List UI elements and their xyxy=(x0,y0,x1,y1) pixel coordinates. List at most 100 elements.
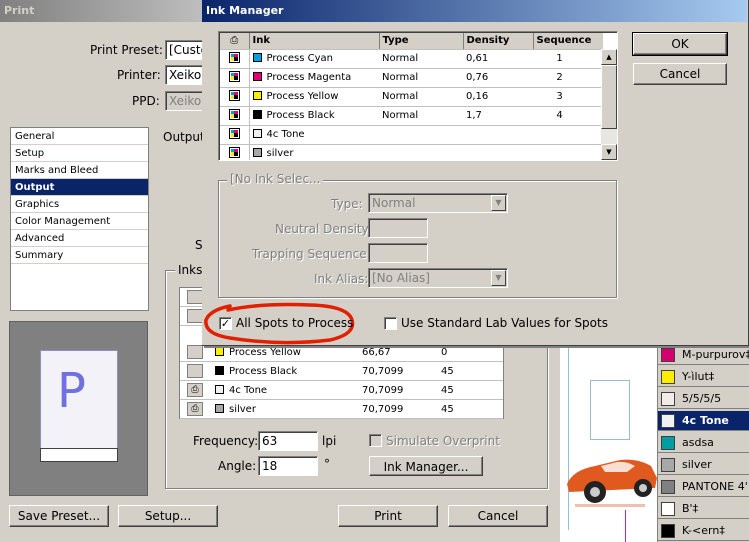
ink-name-cell: 4c Tone xyxy=(249,125,379,145)
nav-advanced[interactable]: Advanced xyxy=(11,230,148,247)
save-preset-button[interactable]: Save Preset... xyxy=(9,505,109,527)
checkmark-icon: ✓ xyxy=(220,317,231,330)
inks-list-row[interactable]: ⎙ silver 70,7099 45 xyxy=(180,400,503,419)
neutral-density-input[interactable] xyxy=(368,218,428,238)
ok-button[interactable]: OK xyxy=(632,32,728,56)
ink-frequency: 70,7099 xyxy=(362,366,404,377)
nav-general[interactable]: General xyxy=(11,128,148,145)
printer-icon[interactable]: ⎙ xyxy=(187,383,203,397)
ink-color-swatch xyxy=(252,110,262,119)
process-ink-icon[interactable] xyxy=(220,125,250,145)
ink-col-header[interactable]: Ink xyxy=(249,33,380,50)
type-select[interactable]: Normal ▼ xyxy=(368,193,508,213)
ink-table-header: ⎙ Ink Type Density Sequence xyxy=(220,33,603,50)
type-col-header[interactable]: Type xyxy=(379,33,464,50)
preview-footer xyxy=(40,448,118,462)
swatch-item[interactable]: PANTONE 4' xyxy=(658,477,749,497)
ink-manager-button[interactable]: Ink Manager... xyxy=(369,456,483,476)
ink-angle: 45 xyxy=(441,366,454,377)
process-ink-icon[interactable] xyxy=(220,144,250,160)
ink-manager-title-bar: Ink Manager xyxy=(202,0,747,22)
swatch-item[interactable]: 5/5/5/5 xyxy=(658,389,749,409)
nav-output[interactable]: Output xyxy=(11,179,148,196)
scroll-down-arrow-icon[interactable]: ▼ xyxy=(601,144,617,160)
lab-values-checkbox[interactable] xyxy=(384,317,397,330)
swatch-item[interactable]: B'‡ xyxy=(658,499,749,519)
swatch-item[interactable]: 4c Tone xyxy=(658,411,749,431)
ink-color-swatch xyxy=(215,404,224,413)
doc-frame xyxy=(590,380,630,440)
swatch-name: asdsa xyxy=(682,436,714,449)
swatch-name: 4c Tone xyxy=(682,414,729,427)
swatch-name: silver xyxy=(682,458,712,471)
nav-color-management[interactable]: Color Management xyxy=(11,213,148,230)
process-ink-icon[interactable] xyxy=(220,68,250,88)
swatch-name: K-<ern‡ xyxy=(682,524,725,537)
ink-type-cell: Normal xyxy=(379,106,463,126)
frequency-label: Frequency: xyxy=(193,434,259,448)
ink-table-row[interactable]: silver xyxy=(220,144,603,160)
sequence-col-header[interactable]: Sequence xyxy=(533,33,603,50)
frequency-input[interactable]: 63 xyxy=(258,431,318,451)
ink-name: Process Cyan xyxy=(266,53,333,64)
nav-graphics[interactable]: Graphics xyxy=(11,196,148,213)
ink-name-cell: Process Magenta xyxy=(249,68,379,88)
print-toggle[interactable] xyxy=(187,364,203,378)
inks-list-row[interactable]: Process Black 70,7099 45 xyxy=(180,362,503,381)
ink-table-row[interactable]: Process Magenta Normal 0,76 2 xyxy=(220,68,603,88)
ink-alias-select[interactable]: [No Alias] ▼ xyxy=(368,268,508,288)
printer-icon[interactable]: ⎙ xyxy=(187,402,203,416)
ink-manager-cancel-button[interactable]: Cancel xyxy=(633,63,727,85)
doc-guide xyxy=(625,510,626,542)
swatch-item[interactable]: asdsa xyxy=(658,433,749,453)
scroll-thumb[interactable] xyxy=(601,65,617,129)
ink-table-row[interactable]: Process Cyan Normal 0,61 1 xyxy=(220,49,603,69)
print-title: Print xyxy=(4,4,35,17)
print-preset-select[interactable]: [Custo xyxy=(165,40,205,60)
swatch-item[interactable]: Y-ìlut‡ xyxy=(658,367,749,387)
process-ink-icon[interactable] xyxy=(220,87,250,107)
nav-setup[interactable]: Setup xyxy=(11,145,148,162)
print-toggle[interactable] xyxy=(187,345,203,359)
density-col-header[interactable]: Density xyxy=(463,33,534,50)
cancel-button[interactable]: Cancel xyxy=(448,505,548,527)
ink-table-scrollbar[interactable]: ▲ ▼ xyxy=(601,49,617,160)
swatch-item[interactable]: K-<ern‡ xyxy=(658,521,749,541)
scroll-up-arrow-icon[interactable]: ▲ xyxy=(601,49,617,65)
all-spots-checkbox[interactable]: ✓ xyxy=(219,317,232,330)
cmyk-icon xyxy=(228,146,240,158)
print-button[interactable]: Print xyxy=(338,505,438,527)
frequency-unit: lpi xyxy=(322,434,337,448)
cmyk-icon xyxy=(228,89,240,101)
ink-angle: 45 xyxy=(441,404,454,415)
process-ink-icon[interactable] xyxy=(220,106,250,126)
ink-table-row[interactable]: Process Yellow Normal 0,16 3 xyxy=(220,87,603,107)
inks-list-row[interactable]: ⎙ 4c Tone 70,7099 45 xyxy=(180,381,503,400)
nav-marks-and-bleed[interactable]: Marks and Bleed xyxy=(11,162,148,179)
swatch-color-chip xyxy=(661,502,675,516)
car-image xyxy=(567,459,657,507)
swatch-item[interactable]: M-purpurov‡ xyxy=(658,345,749,365)
ppd-select[interactable]: Xeikor xyxy=(165,91,205,111)
process-ink-icon[interactable] xyxy=(220,49,250,69)
simulate-overprint-checkbox[interactable] xyxy=(369,434,382,447)
angle-input[interactable]: 18 xyxy=(258,456,318,476)
nav-summary[interactable]: Summary xyxy=(11,247,148,264)
ink-table-row[interactable]: Process Black Normal 1,7 4 xyxy=(220,106,603,126)
ink-table-row[interactable]: 4c Tone xyxy=(220,125,603,145)
type-label: Type: xyxy=(331,197,363,211)
swatch-color-chip xyxy=(661,480,675,494)
ink-name-cell: silver xyxy=(249,144,379,160)
neutral-density-label: Neutral Density: xyxy=(275,222,372,236)
swatch-name: PANTONE 4' xyxy=(682,480,748,493)
printer-select[interactable]: Xeikor xyxy=(165,65,205,85)
all-spots-label: All Spots to Process xyxy=(236,316,354,330)
ink-sequence-cell: 3 xyxy=(533,87,603,107)
ink-type-cell: Normal xyxy=(379,87,463,107)
preview-page: P xyxy=(40,350,118,462)
ink-header-icon: ⎙ xyxy=(220,33,250,50)
swatch-item[interactable]: silver xyxy=(658,455,749,475)
simulate-overprint-label: Simulate Overprint xyxy=(386,434,500,448)
setup-button[interactable]: Setup... xyxy=(118,505,218,527)
trapping-sequence-input[interactable] xyxy=(368,243,428,263)
